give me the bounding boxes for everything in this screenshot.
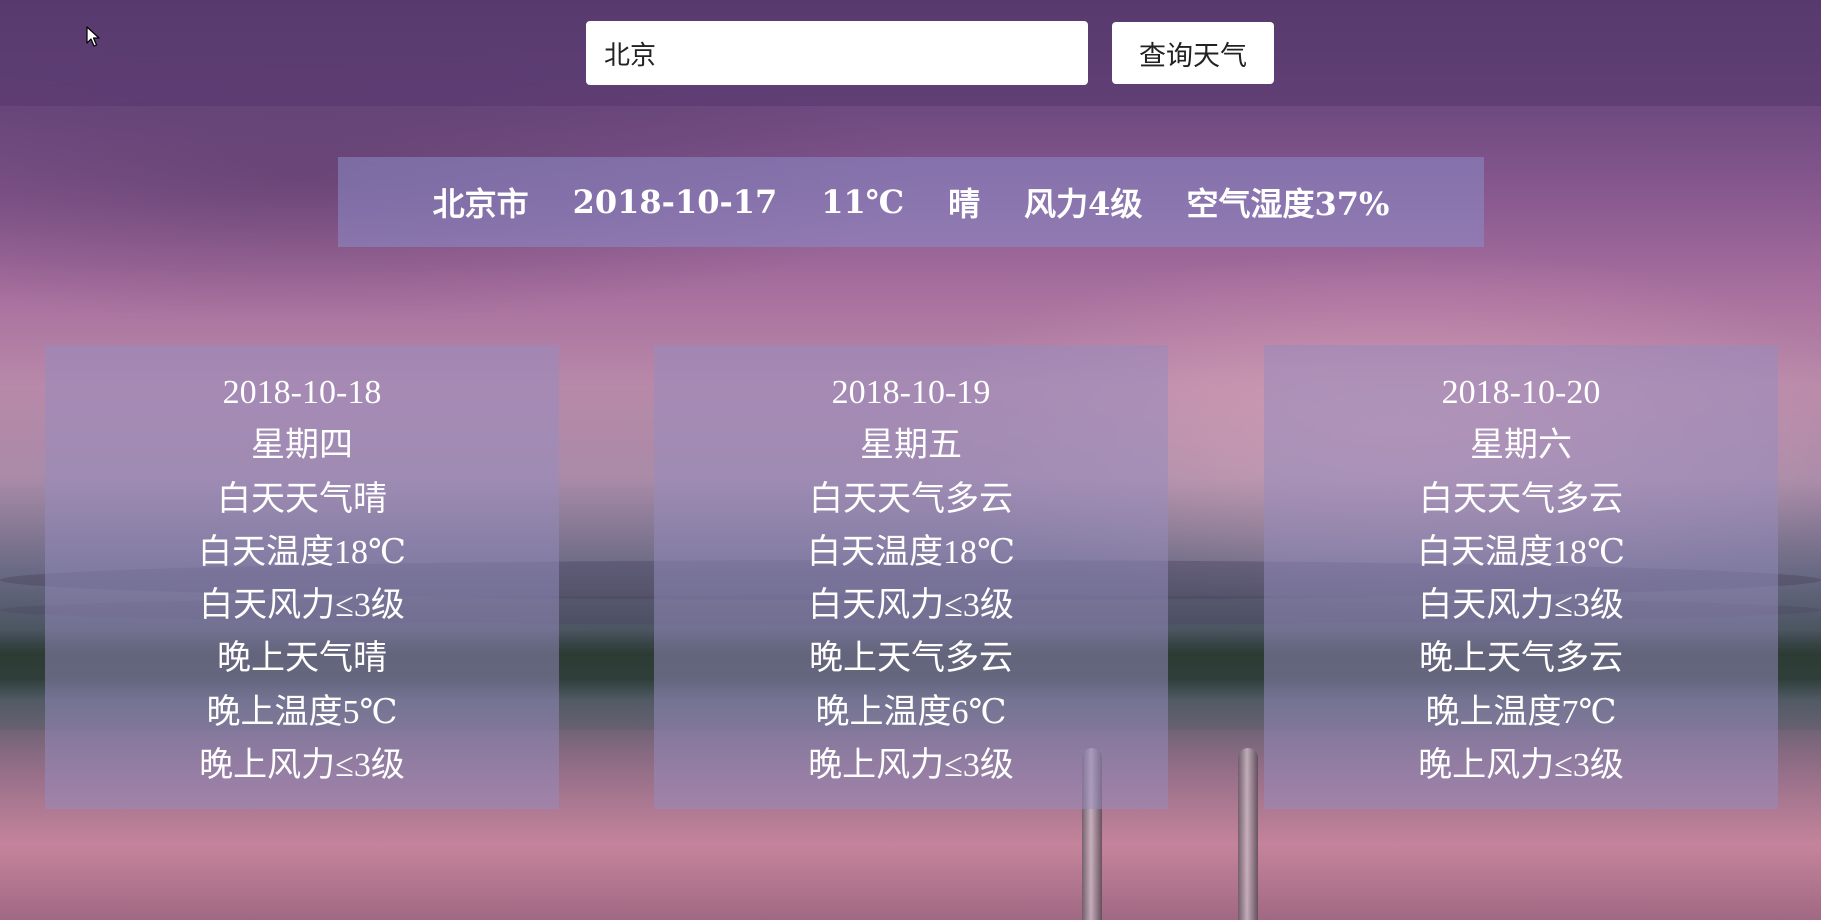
forecast-card: 2018-10-18 星期四 白天天气晴 白天温度18℃ 白天风力≤3级 晚上天…	[45, 345, 559, 809]
forecast-day-temperature: 白天温度18℃	[197, 533, 407, 571]
current-temperature: 11℃	[821, 183, 905, 221]
forecast-night-wind: 晚上风力≤3级	[1418, 747, 1624, 785]
forecast-night-wind: 晚上风力≤3级	[808, 747, 1014, 785]
forecast-day-weather: 白天天气多云	[1419, 480, 1623, 518]
current-weather-summary: 北京市 2018-10-17 11℃ 晴 风力4级 空气湿度37%	[338, 157, 1484, 247]
forecast-night-weather: 晚上天气晴	[217, 640, 387, 678]
background-ladder-rail	[1238, 748, 1258, 920]
current-date: 2018-10-17	[572, 183, 778, 221]
forecast-day-wind: 白天风力≤3级	[199, 587, 405, 625]
query-weather-button[interactable]: 查询天气	[1112, 22, 1274, 84]
top-search-bar: 查询天气	[0, 0, 1821, 106]
forecast-card: 2018-10-20 星期六 白天天气多云 白天温度18℃ 白天风力≤3级 晚上…	[1264, 345, 1778, 809]
forecast-date: 2018-10-20	[1441, 374, 1601, 411]
city-search-input[interactable]	[586, 21, 1088, 85]
forecast-day-weather: 白天天气晴	[217, 480, 387, 518]
current-city: 北京市	[432, 185, 529, 223]
mouse-pointer-icon	[86, 26, 100, 47]
forecast-weekday: 星期四	[251, 427, 353, 465]
forecast-weekday: 星期六	[1470, 427, 1572, 465]
forecast-card: 2018-10-19 星期五 白天天气多云 白天温度18℃ 白天风力≤3级 晚上…	[654, 345, 1168, 809]
forecast-date: 2018-10-18	[222, 374, 382, 411]
forecast-night-temperature: 晚上温度5℃	[206, 693, 398, 731]
forecast-day-weather: 白天天气多云	[809, 480, 1013, 518]
forecast-night-weather: 晚上天气多云	[809, 640, 1013, 678]
forecast-night-weather: 晚上天气多云	[1419, 640, 1623, 678]
current-weather-condition: 晴	[948, 185, 981, 223]
current-humidity: 空气湿度37%	[1186, 185, 1390, 223]
forecast-night-temperature: 晚上温度7℃	[1425, 693, 1617, 731]
forecast-day-temperature: 白天温度18℃	[1416, 533, 1626, 571]
forecast-night-temperature: 晚上温度6℃	[815, 693, 1007, 731]
current-wind: 风力4级	[1024, 185, 1143, 223]
forecast-weekday: 星期五	[860, 427, 962, 465]
forecast-day-temperature: 白天温度18℃	[806, 533, 1016, 571]
forecast-night-wind: 晚上风力≤3级	[199, 747, 405, 785]
forecast-day-wind: 白天风力≤3级	[808, 587, 1014, 625]
forecast-date: 2018-10-19	[831, 374, 991, 411]
forecast-day-wind: 白天风力≤3级	[1418, 587, 1624, 625]
